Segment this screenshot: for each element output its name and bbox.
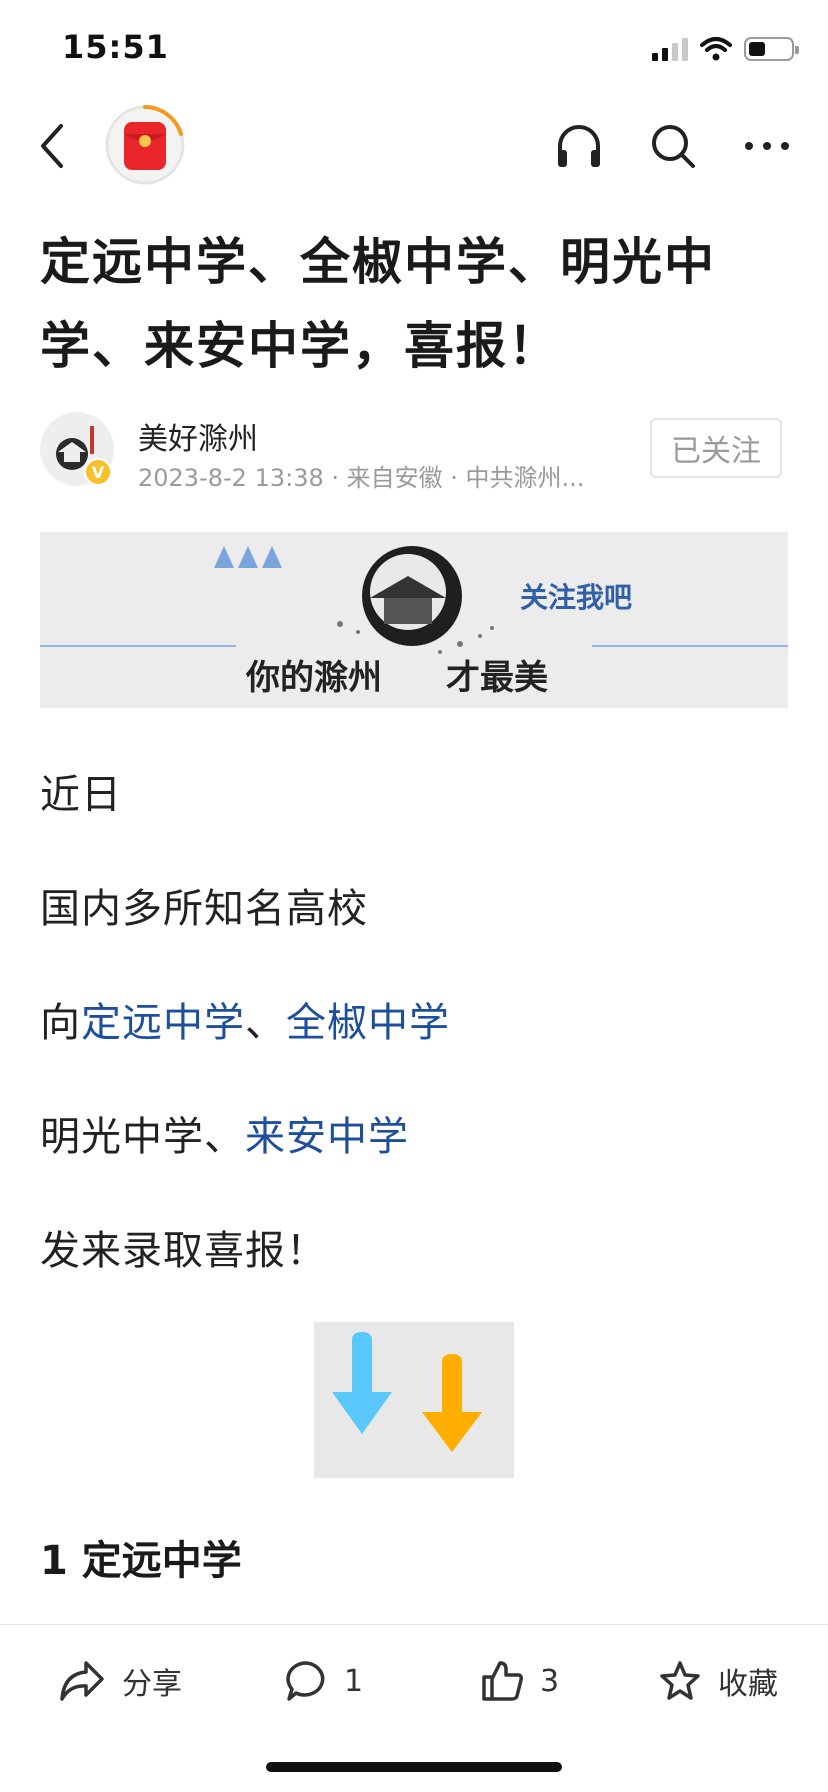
- comment-button[interactable]: 1: [284, 1655, 363, 1707]
- search-button[interactable]: [638, 112, 708, 180]
- listen-button[interactable]: [544, 112, 614, 180]
- article-title: 定远中学、全椒中学、明光中学、来安中学，喜报！: [40, 233, 716, 375]
- paragraph-3-prefix: 向: [40, 1000, 81, 1046]
- more-icon: [745, 142, 789, 150]
- search-icon: [652, 125, 695, 168]
- cellular-signal-icon: [652, 37, 688, 61]
- paragraph-2: 国内多所知名高校: [40, 886, 368, 932]
- link-dingyuan[interactable]: 定远中学: [81, 1000, 245, 1046]
- comment-icon: [286, 1661, 325, 1701]
- share-icon: [60, 1661, 104, 1701]
- like-count: 3: [540, 1663, 560, 1699]
- paragraph-3-separator: 、: [245, 1000, 286, 1046]
- banner-slogan-left: 你的滁州: [246, 658, 382, 698]
- red-packet-icon: [105, 105, 185, 185]
- chevron-left-icon: [41, 124, 63, 168]
- favorite-label: 收藏: [718, 1667, 778, 1702]
- home-indicator[interactable]: [266, 1762, 562, 1772]
- headphones-icon: [558, 125, 600, 167]
- thumbs-up-icon: [482, 1661, 523, 1701]
- verified-badge: V: [84, 458, 112, 486]
- red-packet-button[interactable]: [104, 104, 186, 186]
- down-arrows-icon: [332, 1332, 482, 1452]
- share-button[interactable]: 分享: [58, 1655, 182, 1707]
- status-icons: [652, 34, 799, 64]
- status-time: 15:51: [62, 28, 169, 66]
- paragraph-4: 明光中学、来安中学: [40, 1104, 409, 1162]
- share-label: 分享: [122, 1667, 182, 1702]
- author-name[interactable]: 美好滁州: [138, 414, 258, 458]
- wifi-icon: [700, 37, 732, 61]
- more-button[interactable]: [732, 112, 802, 180]
- star-icon: [660, 1661, 700, 1700]
- paragraph-3: 向定远中学、全椒中学: [40, 990, 450, 1048]
- paragraph-1: 近日: [40, 772, 122, 818]
- follow-button[interactable]: 已关注: [650, 418, 782, 478]
- banner-follow-text: 关注我吧: [520, 581, 633, 614]
- nav-actions: [544, 112, 802, 180]
- paragraph-5: 发来录取喜报！: [40, 1228, 327, 1274]
- down-arrows-image: [314, 1322, 514, 1478]
- bottom-action-bar: 分享 1 3 收藏: [0, 1624, 828, 1748]
- author-meta: 2023-8-2 13:38 · 来自安徽 · 中共滁州...: [138, 464, 585, 492]
- paragraph-4-prefix: 明光中学、: [40, 1114, 245, 1160]
- back-button[interactable]: [32, 118, 72, 174]
- section-heading: 1 定远中学: [40, 1538, 242, 1584]
- link-quanjiao[interactable]: 全椒中学: [286, 1000, 450, 1046]
- favorite-button[interactable]: 收藏: [658, 1655, 778, 1707]
- link-laian[interactable]: 来安中学: [245, 1114, 409, 1160]
- battery-icon: [744, 37, 799, 61]
- comment-count: 1: [344, 1663, 364, 1699]
- banner-graphic: [40, 546, 788, 654]
- article-page: 15:51 定远中学、全椒中学、明光中学、来安中学，喜报！ V 美好滁州 202…: [0, 0, 828, 1792]
- follow-banner-image: 关注我吧 你的滁州 才最美: [40, 532, 788, 708]
- like-button[interactable]: 3: [480, 1655, 559, 1707]
- banner-slogan-right: 才最美: [446, 658, 548, 698]
